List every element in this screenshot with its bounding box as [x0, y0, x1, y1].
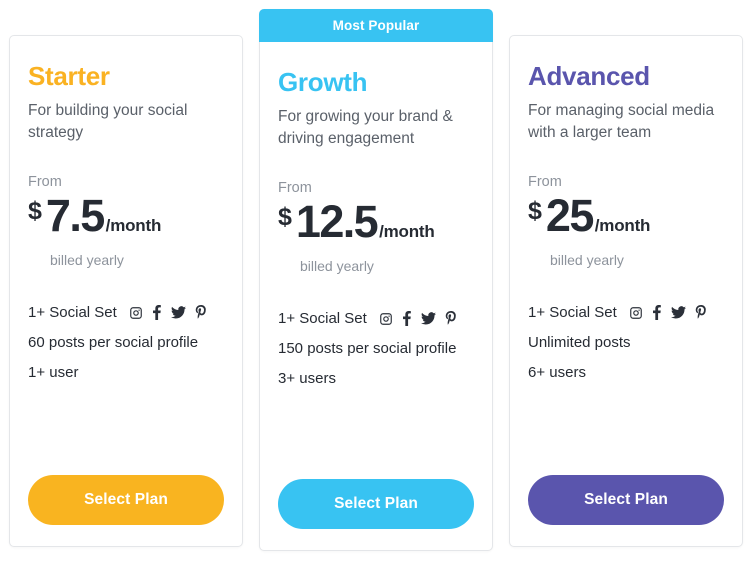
instagram-icon: [629, 306, 643, 320]
plan-card-growth: Growth For growing your brand & driving …: [259, 9, 493, 551]
most-popular-badge: Most Popular: [259, 9, 493, 42]
feature-list-advanced: 1+ Social Set Unlimited posts 6+ users: [528, 304, 724, 382]
billed-note-starter: billed yearly: [50, 251, 124, 268]
currency-symbol-advanced: $: [528, 196, 542, 225]
pinterest-icon: [195, 305, 207, 320]
select-plan-button-starter[interactable]: Select Plan: [28, 475, 224, 525]
price-row-starter: $ 7.5 /month: [28, 193, 224, 238]
feature-label: 60 posts per social profile: [28, 333, 199, 351]
list-item: 150 posts per social profile: [278, 340, 474, 358]
list-item: 6+ users: [528, 364, 724, 382]
instagram-icon: [129, 306, 143, 320]
from-label-growth: From: [278, 179, 312, 196]
social-icon-group: [129, 305, 207, 321]
feature-label: 1+ Social Set: [278, 309, 367, 327]
list-item: 1+ Social Set: [528, 304, 724, 322]
feature-list-growth: 1+ Social Set 150 posts per social profi…: [278, 310, 474, 388]
price-row-advanced: $ 25 /month: [528, 193, 724, 238]
currency-symbol-growth: $: [278, 202, 292, 231]
plan-card-starter: Starter For building your social strateg…: [9, 35, 243, 547]
feature-label: 1+ Social Set: [528, 303, 617, 321]
billed-note-growth: billed yearly: [300, 257, 374, 274]
facebook-icon: [402, 311, 412, 327]
price-row-growth: $ 12.5 /month: [278, 199, 474, 244]
instagram-icon: [379, 312, 393, 326]
plan-tagline-starter: For building your social strategy: [28, 101, 188, 142]
plan-tagline-growth: For growing your brand & driving engagem…: [278, 107, 453, 148]
feature-label: 1+ user: [28, 363, 79, 381]
twitter-icon: [670, 306, 686, 319]
price-amount-advanced: 25: [545, 189, 594, 241]
plan-name-growth: Growth: [278, 67, 368, 97]
feature-label: 3+ users: [278, 369, 336, 387]
list-item: 1+ Social Set: [278, 310, 474, 328]
select-plan-button-advanced[interactable]: Select Plan: [528, 475, 724, 525]
per-month-label-growth: /month: [379, 221, 435, 241]
social-icon-group: [379, 311, 457, 327]
pinterest-icon: [445, 311, 457, 326]
currency-symbol-starter: $: [28, 196, 42, 225]
from-label-starter: From: [28, 173, 62, 190]
per-month-label-advanced: /month: [594, 215, 651, 235]
billed-note-advanced: billed yearly: [550, 251, 624, 268]
feature-label: 6+ users: [528, 363, 586, 381]
plan-card-content: Growth For growing your brand & driving …: [260, 42, 492, 404]
twitter-icon: [420, 312, 436, 325]
pinterest-icon: [695, 305, 707, 320]
feature-label: Unlimited posts: [528, 333, 631, 351]
list-item: Unlimited posts: [528, 334, 724, 352]
facebook-icon: [652, 305, 662, 321]
plan-card-advanced: Advanced For managing social media with …: [509, 35, 743, 547]
list-item: 3+ users: [278, 370, 474, 388]
social-icon-group: [629, 305, 707, 321]
price-amount-starter: 7.5: [45, 189, 105, 241]
plan-card-content: Starter For building your social strateg…: [10, 36, 242, 398]
price-amount-growth: 12.5: [295, 195, 379, 247]
from-label-advanced: From: [528, 173, 562, 190]
plan-card-content: Advanced For managing social media with …: [510, 36, 742, 398]
feature-label: 150 posts per social profile: [278, 339, 457, 357]
twitter-icon: [170, 306, 186, 319]
plan-name-starter: Starter: [28, 61, 110, 91]
select-plan-button-growth[interactable]: Select Plan: [278, 479, 474, 529]
feature-list-starter: 1+ Social Set 60 posts per social profil…: [28, 304, 224, 382]
pricing-table: Starter For building your social strateg…: [0, 0, 751, 564]
plan-tagline-advanced: For managing social media with a larger …: [528, 101, 715, 142]
plan-name-advanced: Advanced: [528, 61, 650, 91]
per-month-label-starter: /month: [105, 215, 162, 235]
facebook-icon: [152, 305, 162, 321]
list-item: 1+ user: [28, 364, 224, 382]
feature-label: 1+ Social Set: [28, 303, 117, 321]
list-item: 1+ Social Set: [28, 304, 224, 322]
list-item: 60 posts per social profile: [28, 334, 224, 352]
